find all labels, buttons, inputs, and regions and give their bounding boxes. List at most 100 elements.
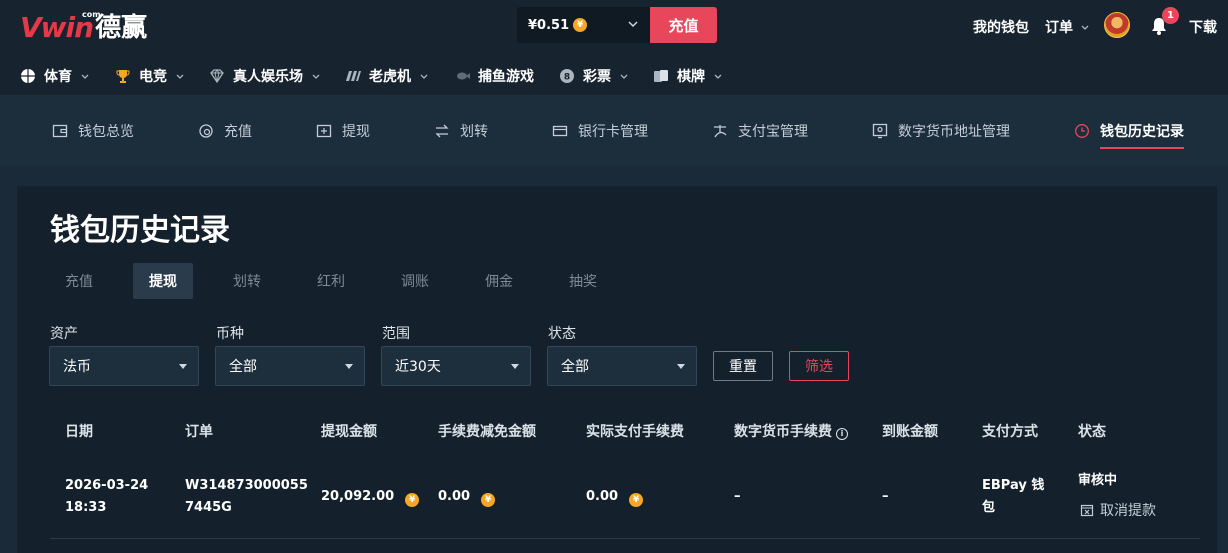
nav-item-esports[interactable]: 电竞 — [115, 66, 185, 86]
column-crypto-fee: 数字货币手续费 i — [734, 421, 848, 441]
tab-withdraw[interactable]: 提现 — [133, 263, 193, 299]
row-date: 2026-03-24 — [65, 478, 149, 493]
tab-deposit[interactable]: 充值 — [49, 263, 109, 299]
svg-text:8: 8 — [564, 73, 570, 83]
download-link[interactable]: 下载 — [1189, 17, 1217, 37]
slot-icon — [345, 68, 361, 84]
deposit-button[interactable]: 充值 — [650, 7, 717, 43]
wallet-nav-alipay[interactable]: 支付宝管理 — [712, 121, 808, 141]
main-nav: 体育 电竞 真人娱乐场 老虎机 捕鱼游戏 8 彩票 棋牌 — [0, 52, 1228, 96]
column-actual-fee: 实际支付手续费 — [586, 424, 684, 440]
tab-lucky-draw[interactable]: 抽奖 — [553, 263, 613, 299]
tab-transfer[interactable]: 划转 — [217, 263, 277, 299]
wallet-nav-label: 提现 — [342, 124, 370, 140]
asset-select-value: 法币 — [63, 359, 91, 375]
table-row-date: 2026-03-24 18:33 — [65, 475, 148, 519]
row-crypto-fee: – — [734, 489, 741, 504]
withdraw-icon — [316, 124, 332, 138]
chevron-down-icon — [420, 74, 428, 79]
column-crypto-fee-label: 数字货币手续费 — [734, 424, 832, 440]
column-withdraw-amount: 提现金额 — [321, 424, 377, 440]
caret-down-icon — [179, 364, 187, 369]
wallet-nav-transfer[interactable]: 划转 — [434, 121, 488, 141]
row-divider — [50, 538, 1200, 539]
range-filter-label: 范围 — [382, 326, 410, 342]
wallet-nav-label: 划转 — [460, 124, 488, 140]
status-select-value: 全部 — [561, 359, 589, 375]
column-fee-discount: 手续费减免金额 — [438, 424, 536, 440]
row-order-line1: W314873000055 — [185, 478, 308, 493]
table-row-order: W314873000055 7445G — [185, 475, 308, 519]
yuan-coin-icon: ¥ — [405, 493, 420, 507]
row-order-line2: 7445G — [185, 500, 232, 515]
logo-com: com — [82, 10, 101, 19]
currency-select[interactable]: 全部 — [215, 346, 365, 386]
nav-item-sports[interactable]: 体育 — [20, 66, 90, 86]
asset-select[interactable]: 法币 — [49, 346, 199, 386]
orders-label: 订单 — [1045, 20, 1073, 36]
wallet-nav-label: 充值 — [224, 124, 252, 140]
table-row-actual-fee: 0.00 ¥ — [586, 486, 644, 508]
my-wallet-link[interactable]: 我的钱包 — [973, 17, 1029, 37]
diamond-icon — [209, 68, 225, 84]
info-icon[interactable]: i — [836, 427, 848, 440]
reset-button[interactable]: 重置 — [713, 351, 773, 381]
lottery-ball-icon: 8 — [559, 68, 575, 84]
chevron-down-icon — [1081, 25, 1089, 30]
balance-selector[interactable]: ¥0.51 ¥ — [517, 7, 650, 43]
nav-item-lottery[interactable]: 8 彩票 — [559, 66, 629, 86]
chevron-down-icon — [81, 74, 89, 79]
wallet-nav-overview[interactable]: 钱包总览 — [52, 121, 134, 141]
status-select[interactable]: 全部 — [547, 346, 697, 386]
nav-item-label: 真人娱乐场 — [233, 69, 303, 85]
fish-icon — [454, 68, 470, 84]
nav-item-slots[interactable]: 老虎机 — [345, 66, 429, 86]
wallet-icon — [52, 124, 68, 138]
tab-bonus[interactable]: 红利 — [301, 263, 361, 299]
tab-adjustment[interactable]: 调账 — [385, 263, 445, 299]
status-filter-label: 状态 — [548, 326, 576, 342]
currency-filter-label: 币种 — [216, 326, 244, 342]
row-method-line1: EBPay 钱 — [982, 478, 1045, 493]
table-row-method: EBPay 钱 包 — [982, 475, 1044, 519]
nav-item-fishing[interactable]: 捕鱼游戏 — [454, 66, 534, 86]
nav-item-live-casino[interactable]: 真人娱乐场 — [209, 66, 321, 86]
chevron-down-icon — [312, 74, 320, 79]
nav-item-board-games[interactable]: 棋牌 — [653, 66, 723, 86]
nav-item-label: 老虎机 — [369, 69, 411, 85]
caret-down-icon — [511, 364, 519, 369]
wallet-nav-history[interactable]: 钱包历史记录 — [1074, 121, 1184, 149]
wallet-nav-deposit[interactable]: 充值 — [198, 121, 252, 141]
tab-commission[interactable]: 佣金 — [469, 263, 529, 299]
cards-icon — [653, 68, 669, 84]
avatar[interactable] — [1104, 12, 1130, 38]
transfer-icon — [435, 124, 449, 138]
orders-menu[interactable]: 订单 — [1045, 17, 1090, 37]
row-amount: 20,092.00 — [321, 489, 395, 504]
range-select[interactable]: 近30天 — [381, 346, 531, 386]
chevron-down-icon — [620, 74, 628, 79]
nav-item-label: 体育 — [44, 69, 72, 85]
row-method-line2: 包 — [982, 500, 996, 515]
deposit-icon — [199, 124, 213, 138]
wallet-nav-crypto-address[interactable]: 数字货币地址管理 — [872, 121, 1010, 141]
trophy-icon — [115, 68, 131, 84]
column-received-amount: 到账金额 — [882, 424, 938, 440]
asset-filter-label: 资产 — [50, 326, 78, 342]
wallet-nav-bank-cards[interactable]: 银行卡管理 — [552, 121, 648, 141]
basketball-icon — [20, 68, 36, 84]
cancel-withdrawal-label: 取消提款 — [1100, 503, 1156, 519]
cancel-withdrawal-button[interactable]: 取消提款 — [1080, 500, 1156, 520]
row-status: 审核中 — [1078, 473, 1118, 488]
balance-amount: ¥0.51 — [528, 17, 570, 33]
yuan-coin-icon: ¥ — [481, 493, 496, 507]
wallet-nav-label: 支付宝管理 — [738, 124, 808, 140]
column-payment-method: 支付方式 — [982, 424, 1038, 440]
chevron-down-icon — [176, 74, 184, 79]
filter-button[interactable]: 筛选 — [789, 351, 849, 381]
wallet-nav-withdraw[interactable]: 提现 — [316, 121, 370, 141]
logo[interactable]: Vwin com 德赢 — [20, 8, 147, 44]
caret-down-icon — [345, 364, 353, 369]
caret-down-icon — [677, 364, 685, 369]
row-time: 18:33 — [65, 500, 107, 515]
